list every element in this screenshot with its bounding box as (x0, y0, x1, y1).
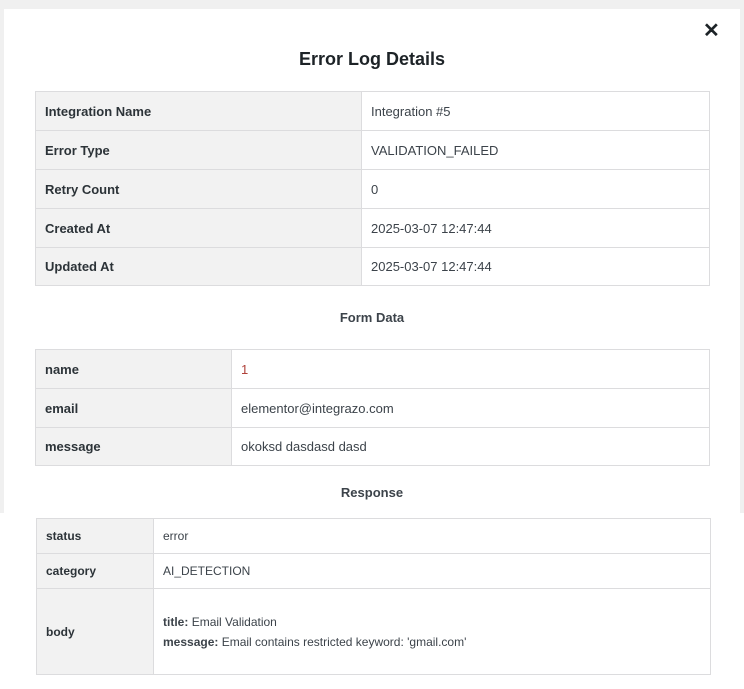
row-label: Created At (35, 208, 362, 248)
row-value: 1 (231, 349, 710, 389)
close-icon[interactable]: ✕ (703, 21, 720, 41)
row-label: Integration Name (35, 91, 362, 131)
row-label: status (36, 518, 154, 554)
table-row: Created At 2025-03-07 12:47:44 (35, 208, 710, 248)
row-label: name (35, 349, 232, 389)
row-value: 0 (361, 169, 710, 209)
row-label: body (36, 588, 154, 675)
row-value: 2025-03-07 12:47:44 (361, 208, 710, 248)
row-value: VALIDATION_FAILED (361, 130, 710, 170)
table-row: Updated At 2025-03-07 12:47:44 (35, 247, 710, 286)
response-heading: Response (340, 485, 404, 500)
table-row: body title: Email Validation message: Em… (36, 588, 711, 675)
table-row: message okoksd dasdasd dasd (35, 427, 710, 466)
row-label: message (35, 427, 232, 466)
form-data-heading: Form Data (339, 310, 405, 325)
row-label: Updated At (35, 247, 362, 286)
row-value: Integration #5 (361, 91, 710, 131)
body-value: title: Email Validation message: Email c… (153, 588, 711, 675)
row-value: 2025-03-07 12:47:44 (361, 247, 710, 286)
row-value: okoksd dasdasd dasd (231, 427, 710, 466)
body-message-line: message: Email contains restricted keywo… (163, 635, 701, 649)
table-row: Integration Name Integration #5 (35, 91, 710, 131)
table-row: Error Type VALIDATION_FAILED (35, 130, 710, 170)
table-row: Retry Count 0 (35, 169, 710, 209)
body-message-value: Email contains restricted keyword: 'gmai… (221, 634, 467, 649)
row-label: Error Type (35, 130, 362, 170)
row-value: error (153, 518, 711, 554)
details-table: Integration Name Integration #5 Error Typ… (35, 91, 710, 286)
body-title-value: Email Validation (191, 614, 277, 629)
table-row: status error (36, 518, 711, 554)
response-table: status error category AI_DETECTION body ti… (36, 518, 711, 675)
row-label: category (36, 553, 154, 589)
row-label: Retry Count (35, 169, 362, 209)
body-message-key: message: (163, 634, 219, 649)
modal-title: Error Log Details (298, 49, 446, 69)
table-row: name 1 (35, 349, 710, 389)
form-data-table: name 1 email elementor@integrazo.com messa… (35, 349, 710, 466)
table-row: category AI_DETECTION (36, 553, 711, 589)
body-title-key: title: (163, 614, 189, 629)
row-value: AI_DETECTION (153, 553, 711, 589)
row-label: email (35, 388, 232, 428)
body-title-line: title: Email Validation (163, 615, 701, 629)
table-row: email elementor@integrazo.com (35, 388, 710, 428)
row-value: elementor@integrazo.com (231, 388, 710, 428)
